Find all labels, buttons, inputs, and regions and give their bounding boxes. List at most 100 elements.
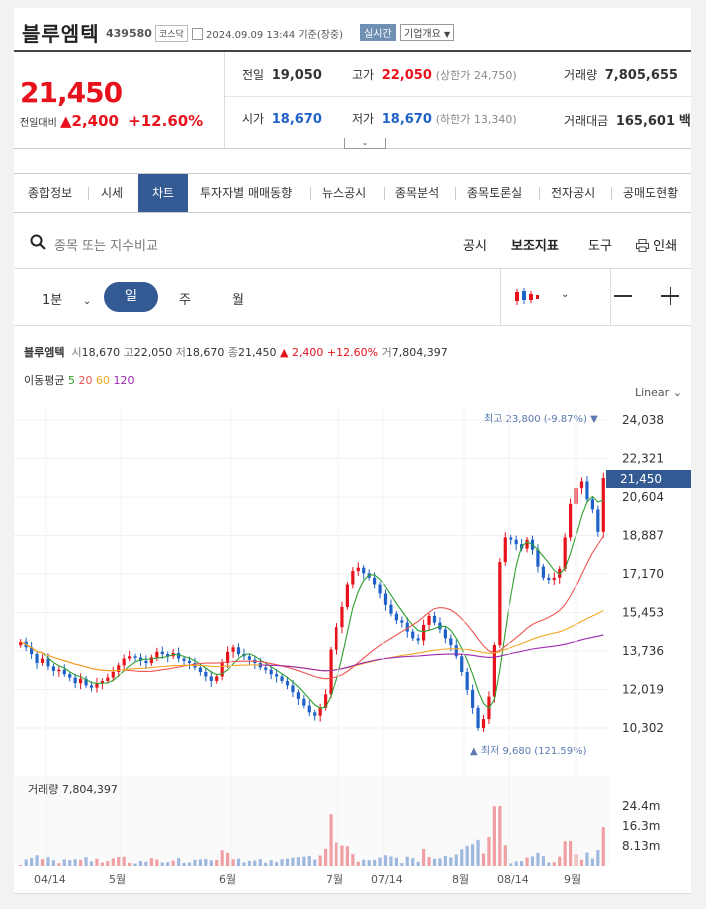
tab-investor[interactable]: 투자자별 매매동향 (200, 174, 292, 212)
candle-body (514, 539, 518, 545)
search-icon[interactable] (30, 234, 46, 250)
candlestick-type-icon[interactable] (514, 287, 540, 307)
y-tick-label: 17,170 (622, 567, 664, 581)
candle-body (149, 657, 153, 664)
ma-5: 5 (67, 374, 75, 387)
divider (225, 96, 691, 97)
period-week-button[interactable]: 주 (179, 289, 191, 308)
tab-discussion[interactable]: 종목토론실 (467, 174, 522, 212)
realtime-button[interactable]: 실시간 (360, 24, 396, 41)
volume-bar (182, 862, 186, 866)
volume-bar (35, 855, 39, 866)
tab-chart[interactable]: 차트 (138, 174, 188, 212)
tab-analysis[interactable]: 종목분석 (395, 174, 439, 212)
expand-button[interactable]: ⌄ (344, 138, 386, 149)
candle-body (89, 685, 94, 688)
volume-bar (509, 863, 513, 866)
volume-bar (438, 858, 442, 866)
y-tick-label: 10,302 (622, 721, 664, 735)
volume-bar (329, 814, 333, 866)
candle-body (389, 604, 393, 614)
volume-bar (318, 855, 322, 866)
disclosure-button[interactable]: 공시 (463, 235, 487, 254)
volume-bar (313, 859, 317, 866)
candle-body (525, 539, 529, 549)
tab-summary[interactable]: 종합정보 (28, 174, 72, 212)
ma-line-120 (260, 634, 604, 672)
ma-20: 20 (78, 374, 93, 387)
zoom-out-icon[interactable] (614, 295, 632, 297)
ohlc-open: 18,670 (81, 346, 121, 359)
candle-body (416, 638, 420, 641)
volume-bar (503, 845, 507, 866)
volume-bar (138, 860, 143, 866)
volume-bar (247, 861, 251, 866)
corp-info-dropdown[interactable]: 기업개요 ▼ (400, 24, 455, 41)
tab-divider (88, 187, 89, 200)
candle-body (460, 656, 464, 672)
divider (224, 52, 225, 148)
volume-bar (155, 859, 159, 866)
ohlc-open-label: 시 (71, 346, 82, 359)
candle-body (204, 671, 208, 677)
volume-bar (367, 860, 371, 866)
candle-body (40, 658, 45, 664)
volume-bar (19, 865, 23, 866)
volume-bar (46, 857, 50, 866)
period-day-button[interactable]: 일 (104, 282, 158, 312)
amount-unit: 백만 (678, 114, 691, 129)
tab-divider (310, 187, 311, 200)
volume-tick-label: 16.3m (622, 819, 660, 833)
candle-body (307, 705, 311, 713)
print-button[interactable]: 인쇄 (636, 235, 677, 254)
volume-bar (258, 859, 262, 866)
candle-body (536, 549, 540, 567)
scale-select[interactable]: Linear ⌄ (635, 386, 682, 399)
candle-body (351, 571, 355, 585)
volume-bar (411, 858, 415, 866)
x-tick-label: 7월 (326, 873, 343, 886)
candle-body (128, 656, 132, 659)
volume-title: 거래량 7,804,397 (28, 783, 118, 796)
volume-bar (530, 856, 535, 866)
chevron-down-icon[interactable]: ⌄ (561, 289, 569, 300)
ma-legend: 이동평균 5 20 60 120 (24, 372, 134, 388)
volume-bar (481, 853, 486, 866)
ohlc-info: 블루엠텍 시18,670 고22,050 저18,670 종21,450 ▲ 2… (24, 344, 448, 360)
volume-bar (585, 852, 589, 866)
tools-button[interactable]: 도구 (588, 235, 612, 254)
volume-bar (351, 854, 355, 866)
candle-body (541, 566, 545, 578)
volume-bar (73, 859, 77, 866)
calendar-icon (192, 28, 203, 40)
min-price-label: ▲ 최저 9,680 (121.59%) (470, 745, 587, 757)
candle-body (280, 676, 284, 681)
price-chart[interactable]: 24,038 22,321 20,604 18,887 17,170 15,453 13,7… (14, 408, 691, 893)
tab-divider (539, 187, 540, 200)
prev-close-label: 전일 (242, 68, 265, 82)
candle-body (35, 654, 39, 664)
candle-body (345, 584, 349, 607)
period-month-button[interactable]: 월 (232, 289, 244, 308)
tab-quotes[interactable]: 시세 (101, 174, 123, 212)
ma-60: 60 (95, 374, 110, 387)
ohlc-volume: 7,804,397 (391, 346, 448, 359)
tab-disclosure[interactable]: 전자공시 (551, 174, 595, 212)
volume-tick-label: 8.13m (622, 839, 660, 853)
candle-body (449, 638, 453, 646)
candle-body (340, 606, 344, 628)
compare-search-input[interactable]: 종목 또는 지수비교 (54, 235, 158, 254)
interval-select[interactable]: 1분 ⌄ (42, 289, 91, 308)
indicator-button[interactable]: 보조지표 (511, 235, 559, 254)
tab-short-selling[interactable]: 공매도현황 (623, 174, 678, 212)
candle-body (465, 671, 469, 690)
volume-bar (596, 849, 600, 866)
ma-line-20 (20, 535, 604, 680)
candle-body (481, 719, 486, 729)
volume-bar (231, 859, 235, 866)
volume-bar (24, 859, 28, 866)
volume-bar (579, 859, 584, 866)
chevron-down-icon: ⌄ (361, 138, 369, 147)
lower-limit: (하한가 13,340) (435, 113, 517, 126)
tab-news[interactable]: 뉴스공시 (322, 174, 366, 212)
